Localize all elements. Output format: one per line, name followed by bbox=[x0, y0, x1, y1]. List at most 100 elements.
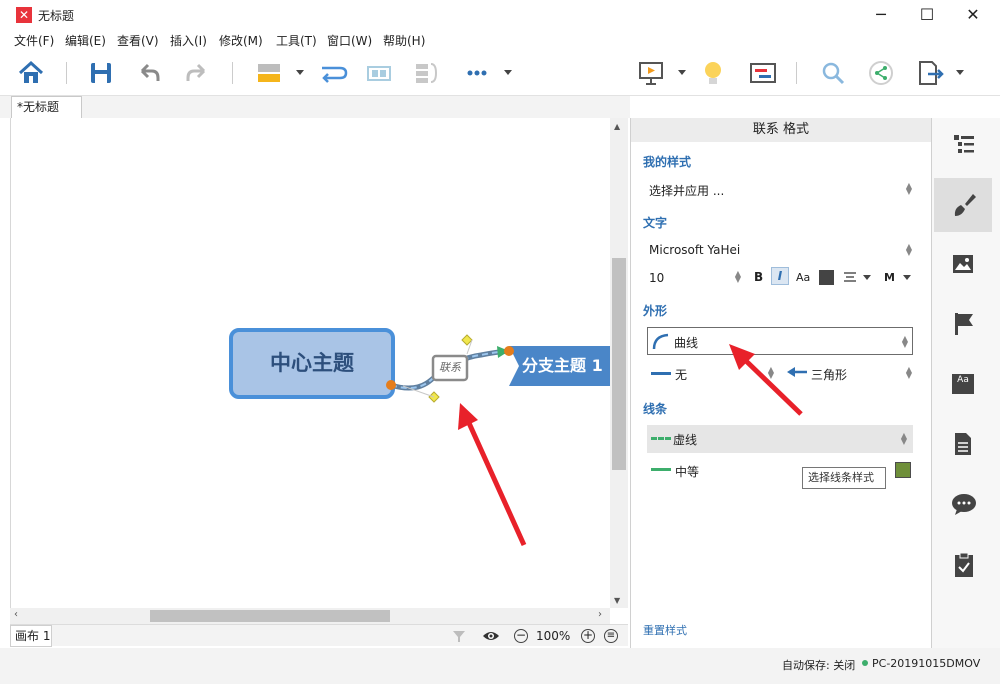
export-icon[interactable] bbox=[914, 58, 944, 88]
font-family-select[interactable]: Microsoft YaHei bbox=[649, 243, 740, 257]
title-bar: ✕ 无标题 ─ ☐ ✕ bbox=[0, 0, 1000, 30]
presentation-icon[interactable] bbox=[636, 58, 666, 88]
menu-window[interactable]: 窗口(W) bbox=[327, 32, 372, 49]
sidebar-label-button[interactable]: Aa bbox=[934, 358, 992, 412]
vertical-scrollbar[interactable]: ▲ ▼ bbox=[610, 118, 628, 608]
menu-edit[interactable]: 编辑(E) bbox=[65, 32, 106, 49]
relationship-end-handle[interactable] bbox=[504, 346, 514, 356]
sidebar-comments-button[interactable] bbox=[934, 478, 992, 532]
menu-file[interactable]: 文件(F) bbox=[14, 32, 54, 49]
scroll-right-icon[interactable]: › bbox=[598, 609, 602, 620]
relationship-label-text: 联系 bbox=[439, 361, 461, 374]
menu-bar: 文件(F) 编辑(E) 查看(V) 插入(I) 修改(M) 工具(T) 窗口(W… bbox=[0, 30, 1000, 50]
branch-topic-text: 分支主题 1 bbox=[522, 356, 603, 375]
notes-icon bbox=[955, 433, 971, 455]
horizontal-scroll-thumb[interactable] bbox=[150, 610, 390, 622]
relationship-icon[interactable] bbox=[318, 58, 348, 88]
sidebar-format-button[interactable] bbox=[934, 178, 992, 232]
menu-tools[interactable]: 工具(T) bbox=[276, 32, 317, 49]
line-style-tooltip: 选择线条样式 bbox=[802, 467, 886, 489]
toolbar-separator bbox=[796, 62, 797, 84]
presentation-dropdown-caret[interactable] bbox=[678, 70, 686, 75]
font-size-field[interactable]: 10 bbox=[649, 271, 664, 285]
eye-icon[interactable] bbox=[482, 629, 500, 643]
shape-value: 曲线 bbox=[674, 336, 699, 350]
start-arrow-select[interactable]: 无 bbox=[675, 366, 687, 383]
shape-heading: 外形 bbox=[643, 304, 668, 318]
gantt-icon[interactable] bbox=[748, 58, 778, 88]
scroll-left-icon[interactable]: ‹ bbox=[14, 609, 18, 620]
style-select[interactable]: 选择并应用 ... bbox=[649, 182, 724, 199]
text-case-button[interactable]: Aa bbox=[796, 271, 810, 284]
style-select-spinner-icon[interactable]: ▲ ▼ bbox=[905, 182, 913, 196]
end-arrow-spinner-icon[interactable]: ▲ ▼ bbox=[905, 366, 913, 380]
horizontal-scrollbar[interactable]: ‹ › bbox=[10, 608, 610, 624]
redo-icon[interactable] bbox=[182, 58, 212, 88]
sheet-tab[interactable]: 画布 1 bbox=[10, 625, 52, 647]
line-pattern-select[interactable]: 虚线 ▲ ▼ bbox=[647, 425, 913, 453]
share-icon[interactable] bbox=[866, 58, 896, 88]
fit-view-icon[interactable]: ≡ bbox=[604, 629, 618, 643]
maximize-button[interactable]: ☐ bbox=[904, 0, 950, 30]
menu-help[interactable]: 帮助(H) bbox=[383, 32, 425, 49]
line-pattern-spinner-icon[interactable]: ▲ ▼ bbox=[900, 432, 908, 446]
canvas-status-bar: 画布 1 − 100% + ≡ bbox=[10, 624, 628, 647]
sidebar-outline-button[interactable] bbox=[934, 118, 992, 172]
vertical-scroll-thumb[interactable] bbox=[612, 258, 626, 470]
document-tab[interactable]: *无标题 bbox=[11, 96, 82, 118]
home-icon[interactable] bbox=[16, 58, 46, 88]
zoom-in-icon[interactable]: + bbox=[581, 629, 595, 643]
font-family-spinner-icon[interactable]: ▲ ▼ bbox=[905, 243, 913, 257]
panel-annotation-arrow bbox=[729, 344, 803, 416]
font-size-spinner-icon[interactable]: ▲ ▼ bbox=[734, 270, 742, 284]
more-icon[interactable] bbox=[462, 58, 492, 88]
end-arrow-select[interactable]: 三角形 bbox=[811, 366, 847, 383]
curve-icon bbox=[652, 333, 669, 350]
text-color-swatch[interactable] bbox=[819, 270, 834, 285]
mindmap-canvas[interactable]: 中心主题 分支主题 1 联系 bbox=[10, 118, 611, 608]
toolbar-separator bbox=[232, 62, 233, 84]
comment-icon bbox=[952, 494, 976, 515]
flag-icon bbox=[955, 313, 973, 335]
undo-icon[interactable] bbox=[134, 58, 164, 88]
font-weight-button[interactable]: M bbox=[884, 271, 895, 284]
save-icon[interactable] bbox=[86, 58, 116, 88]
line-color-swatch[interactable] bbox=[895, 462, 911, 478]
menu-view[interactable]: 查看(V) bbox=[117, 32, 159, 49]
zoom-out-icon[interactable]: − bbox=[514, 629, 528, 643]
filter-icon[interactable] bbox=[452, 629, 466, 643]
font-weight-caret[interactable] bbox=[903, 275, 911, 280]
sidebar-marker-button[interactable] bbox=[934, 298, 992, 352]
menu-insert[interactable]: 插入(I) bbox=[170, 32, 207, 49]
scroll-down-icon[interactable]: ▼ bbox=[614, 596, 620, 605]
reset-style-link[interactable]: 重置样式 bbox=[643, 622, 687, 638]
window-title: 无标题 bbox=[38, 9, 75, 23]
image-icon bbox=[953, 255, 973, 273]
autosave-status[interactable]: 自动保存: 关闭 bbox=[782, 657, 855, 673]
summary-icon[interactable] bbox=[412, 58, 442, 88]
export-dropdown-caret[interactable] bbox=[956, 70, 964, 75]
line-width-select[interactable]: 中等 bbox=[675, 463, 699, 480]
dashed-line-icon bbox=[651, 437, 671, 440]
sidebar-notes-button[interactable] bbox=[934, 418, 992, 472]
bold-button[interactable]: B bbox=[754, 270, 763, 284]
my-style-heading: 我的样式 bbox=[643, 155, 692, 169]
menu-modify[interactable]: 修改(M) bbox=[219, 32, 263, 49]
align-icon[interactable] bbox=[843, 270, 857, 284]
italic-button[interactable]: I bbox=[771, 267, 789, 285]
shape-spinner-icon[interactable]: ▲ ▼ bbox=[901, 335, 909, 349]
sidebar-task-button[interactable] bbox=[934, 538, 992, 592]
boundary-icon[interactable] bbox=[364, 58, 394, 88]
search-icon[interactable] bbox=[818, 58, 848, 88]
line-heading: 线条 bbox=[643, 402, 668, 416]
scroll-up-icon[interactable]: ▲ bbox=[614, 122, 620, 131]
brainstorm-lightbulb-icon[interactable] bbox=[698, 58, 728, 88]
task-clipboard-icon bbox=[955, 552, 973, 577]
align-dropdown-caret[interactable] bbox=[863, 275, 871, 280]
topic-icon[interactable] bbox=[254, 58, 284, 88]
topic-dropdown-caret[interactable] bbox=[296, 70, 304, 75]
sidebar-image-button[interactable] bbox=[934, 238, 992, 292]
more-dropdown-caret[interactable] bbox=[504, 70, 512, 75]
close-button[interactable]: ✕ bbox=[950, 0, 996, 30]
minimize-button[interactable]: ─ bbox=[858, 0, 904, 30]
